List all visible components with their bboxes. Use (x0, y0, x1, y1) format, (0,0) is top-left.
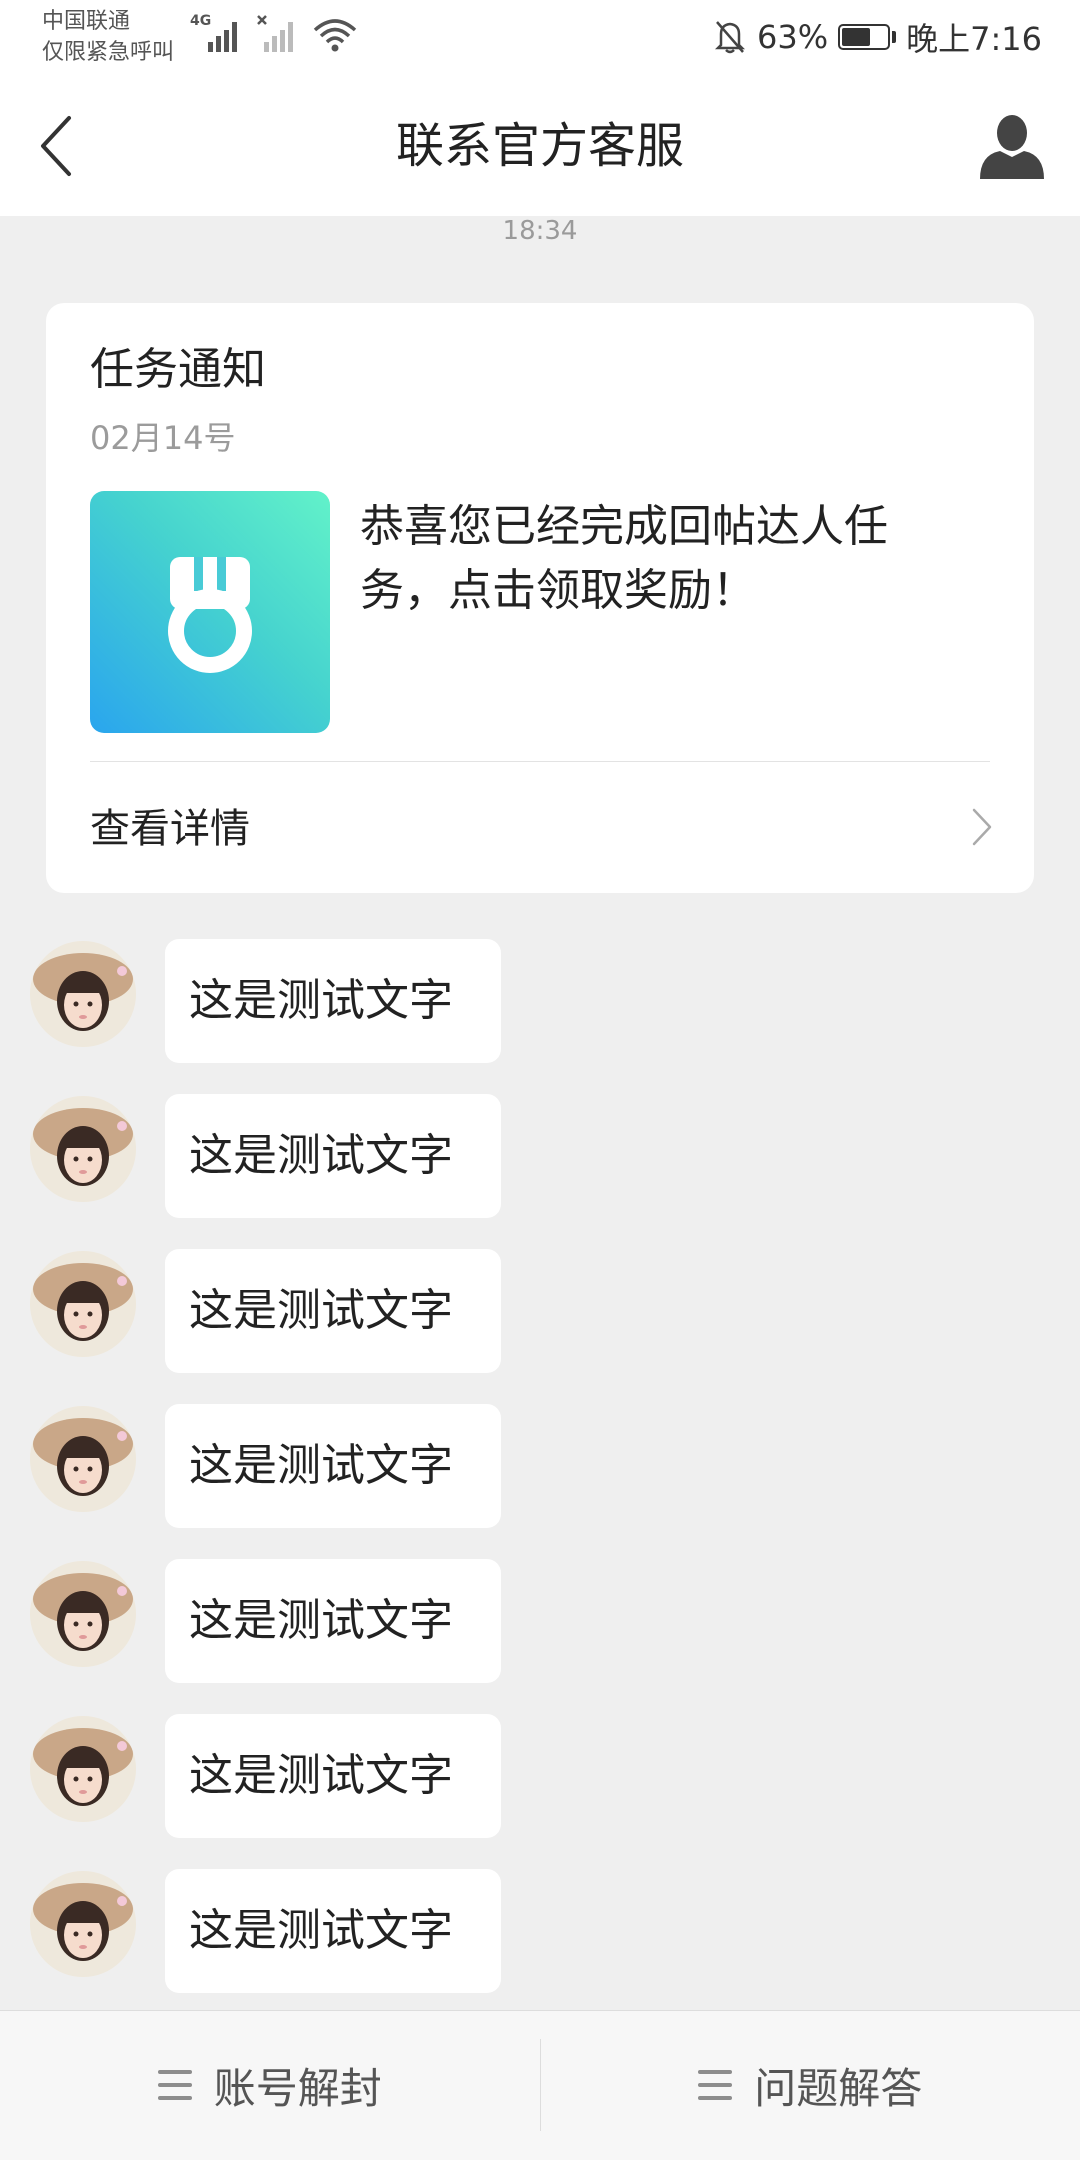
mute-bell-icon (713, 19, 747, 55)
message-bubble[interactable]: 这是测试文字 (165, 939, 501, 1063)
status-right: 63% 晚上7:16 (713, 14, 1042, 60)
carrier-info: 中国联通 仅限紧急呼叫 (42, 6, 174, 68)
message-bubble[interactable]: 这是测试文字 (165, 1714, 501, 1838)
signal-indicators: 4G (190, 14, 358, 54)
chevron-right-icon (972, 808, 992, 846)
menu-icon (698, 2070, 733, 2100)
person-icon (980, 115, 1044, 179)
profile-button[interactable] (974, 106, 1050, 186)
chat-message: 这是测试文字 (0, 1404, 1080, 1530)
chat-message: 这是测试文字 (0, 1094, 1080, 1220)
status-bar: 中国联通 仅限紧急呼叫 4G 63% 晚上7:16 (0, 0, 1080, 76)
task-notice-card[interactable]: 任务通知 02月14号 恭喜您已经完成回帖达人任务，点击领取奖励！ 查看详情 (46, 303, 1034, 893)
message-text: 这是测试文字 (189, 1440, 453, 1491)
battery-icon (838, 24, 897, 50)
message-bubble[interactable]: 这是测试文字 (165, 1559, 501, 1683)
battery-level-fill (842, 28, 870, 46)
card-date: 02月14号 (90, 419, 236, 457)
medal-image (90, 491, 330, 733)
account-unban-button[interactable]: 账号解封 (0, 2011, 540, 2159)
view-details-link[interactable]: 查看详情 (46, 762, 1034, 893)
chat-message: 这是测试文字 (0, 1249, 1080, 1375)
chat-message: 这是测试文字 (0, 1559, 1080, 1685)
menu-icon (157, 2070, 192, 2100)
message-bubble[interactable]: 这是测试文字 (165, 1094, 501, 1218)
faq-label: 问题解答 (754, 2063, 923, 2113)
navigation-bar: 联系官方客服 (0, 76, 1080, 216)
card-message: 恭喜您已经完成回帖达人任务，点击领取奖励！ (360, 501, 888, 616)
account-unban-label: 账号解封 (213, 2063, 382, 2113)
avatar[interactable] (30, 941, 136, 1047)
chat-message: 这是测试文字 (0, 1714, 1080, 1840)
card-title: 任务通知 (90, 344, 266, 395)
message-bubble[interactable]: 这是测试文字 (165, 1869, 501, 1993)
avatar[interactable] (30, 1251, 136, 1357)
view-details-label: 查看详情 (90, 806, 250, 852)
message-text: 这是测试文字 (189, 1130, 453, 1181)
clock: 晚上7:16 (906, 20, 1042, 58)
avatar[interactable] (30, 1716, 136, 1822)
no-signal-icon (256, 14, 302, 54)
medal-icon (168, 557, 252, 673)
chat-message: 这是测试文字 (0, 939, 1080, 1065)
message-text: 这是测试文字 (189, 1905, 453, 1956)
chat-message: 这是测试文字 (0, 1869, 1080, 1995)
avatar[interactable] (30, 1561, 136, 1667)
wifi-icon (312, 14, 358, 54)
message-text: 这是测试文字 (189, 1285, 453, 1336)
carrier-name: 中国联通 (42, 9, 131, 34)
message-bubble[interactable]: 这是测试文字 (165, 1404, 501, 1528)
avatar[interactable] (30, 1406, 136, 1512)
avatar[interactable] (30, 1096, 136, 1202)
chat-screen: 中国联通 仅限紧急呼叫 4G 63% 晚上7:16 联系官方客服 18:34 任… (0, 0, 1080, 2160)
message-text: 这是测试文字 (189, 975, 453, 1026)
battery-percent: 63% (757, 18, 829, 56)
message-text: 这是测试文字 (189, 1750, 453, 1801)
page-title: 联系官方客服 (395, 118, 684, 174)
bottom-bar: 账号解封 问题解答 (0, 2010, 1080, 2160)
faq-button[interactable]: 问题解答 (541, 2011, 1080, 2159)
chat-timestamp: 18:34 (502, 216, 578, 246)
chevron-left-icon (41, 116, 71, 176)
message-text: 这是测试文字 (189, 1595, 453, 1646)
avatar[interactable] (30, 1871, 136, 1977)
back-button[interactable] (22, 106, 92, 186)
carrier-status: 仅限紧急呼叫 (42, 40, 175, 65)
message-bubble[interactable]: 这是测试文字 (165, 1249, 501, 1373)
cellular-signal-icon: 4G (190, 14, 246, 54)
